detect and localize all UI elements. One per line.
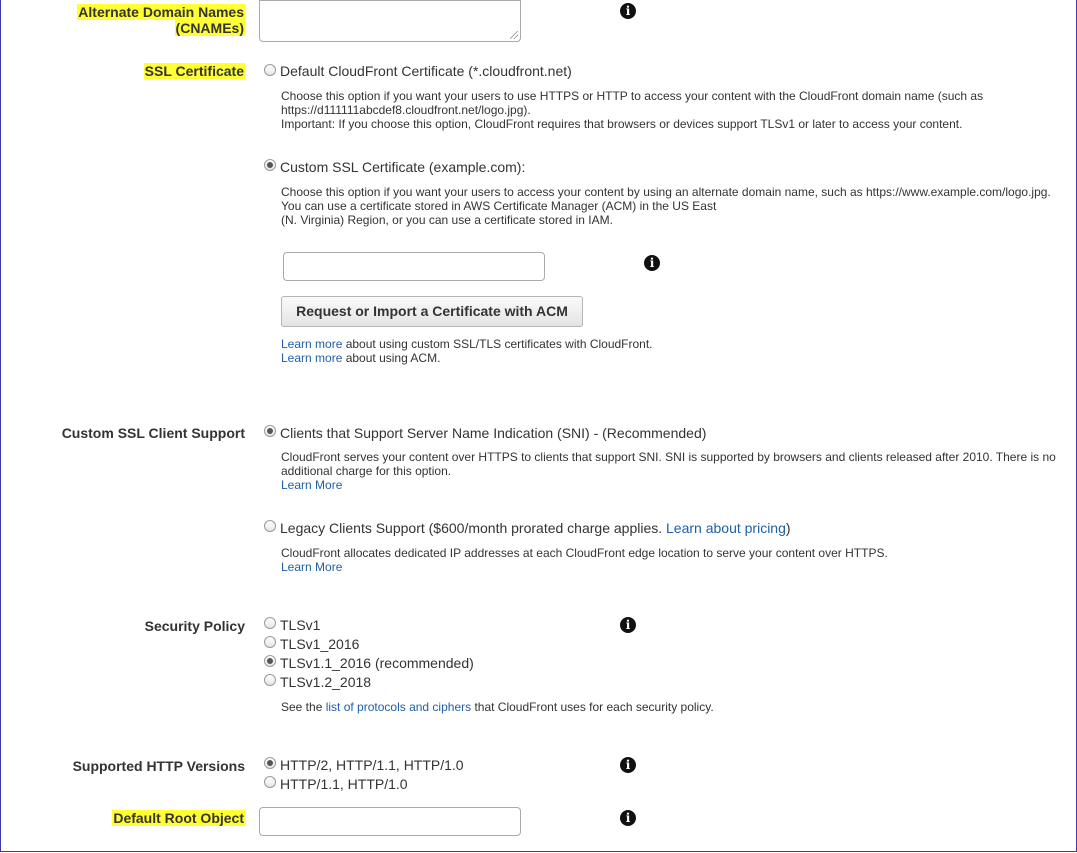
legacy-radio[interactable] xyxy=(264,520,276,532)
tlsv1-1-2016-option[interactable]: TLSv1.1_2016 (recommended) xyxy=(280,655,474,671)
legacy-learn-more-link[interactable]: Learn More xyxy=(281,560,342,574)
cnames-info-icon[interactable]: i xyxy=(620,3,636,19)
security-policy-label: Security Policy xyxy=(144,618,245,634)
protocols-note: See the list of protocols and ciphers th… xyxy=(281,700,714,714)
tlsv1-2016-radio[interactable] xyxy=(264,636,276,648)
tlsv1-radio[interactable] xyxy=(264,617,276,629)
learn-more-ssl-link[interactable]: Learn more xyxy=(281,337,342,351)
pricing-link[interactable]: Learn about pricing xyxy=(666,520,786,536)
legacy-option-end: ) xyxy=(785,520,791,536)
acm-learn-more-block: Learn more about using custom SSL/TLS ce… xyxy=(281,337,653,365)
custom-certificate-option[interactable]: Custom SSL Certificate (example.com): xyxy=(280,159,525,175)
default-certificate-option[interactable]: Default CloudFront Certificate (*.cloudf… xyxy=(280,63,572,79)
http-versions-info-icon[interactable]: i xyxy=(620,757,636,773)
tlsv1-2-2018-radio[interactable] xyxy=(264,674,276,686)
default-desc-line2: https://d111111abcdef8.cloudfront.net/lo… xyxy=(281,103,531,117)
custom-desc-line3: (N. Virginia) Region, or you can use a c… xyxy=(281,213,613,227)
default-certificate-desc: Choose this option if you want your user… xyxy=(281,89,983,131)
custom-certificate-radio[interactable] xyxy=(264,159,276,171)
sni-learn-more-link[interactable]: Learn More xyxy=(281,478,342,492)
security-policy-info-icon[interactable]: i xyxy=(620,617,636,633)
client-support-label: Custom SSL Client Support xyxy=(61,425,245,441)
default-root-input[interactable] xyxy=(259,807,521,836)
http-versions-label: Supported HTTP Versions xyxy=(72,758,245,774)
custom-desc-line1: Choose this option if you want your user… xyxy=(281,185,1051,199)
learn-more-acm-link[interactable]: Learn more xyxy=(281,351,342,365)
default-certificate-radio[interactable] xyxy=(264,64,276,76)
certificate-input[interactable] xyxy=(283,252,545,281)
legacy-option[interactable]: Legacy Clients Support ($600/month prora… xyxy=(280,520,791,536)
learn-more-ssl-text: about using custom SSL/TLS certificates … xyxy=(342,337,653,351)
custom-certificate-desc: Choose this option if you want your user… xyxy=(281,185,1051,227)
sni-desc-line2: additional charge for this option. xyxy=(281,464,452,478)
cnames-label: Alternate Domain Names (CNAMEs) xyxy=(77,4,245,36)
legacy-desc: CloudFront allocates dedicated IP addres… xyxy=(281,546,888,574)
http11-option[interactable]: HTTP/1.1, HTTP/1.0 xyxy=(280,776,408,792)
sni-radio[interactable] xyxy=(264,425,276,437)
sni-desc-line1: CloudFront serves your content over HTTP… xyxy=(281,450,1056,464)
custom-desc-line2: You can use a certificate stored in AWS … xyxy=(281,199,717,213)
tlsv1-1-2016-radio[interactable] xyxy=(264,655,276,667)
http2-radio[interactable] xyxy=(264,757,276,769)
request-certificate-button[interactable]: Request or Import a Certificate with ACM xyxy=(281,296,583,327)
http11-radio[interactable] xyxy=(264,776,276,788)
default-root-info-icon[interactable]: i xyxy=(620,810,636,826)
tlsv1-2-2018-option[interactable]: TLSv1.2_2018 xyxy=(280,674,371,690)
tlsv1-2016-option[interactable]: TLSv1_2016 xyxy=(280,636,359,652)
default-root-label: Default Root Object xyxy=(112,810,245,826)
sni-desc: CloudFront serves your content over HTTP… xyxy=(281,450,1056,492)
ssl-certificate-label-text: SSL Certificate xyxy=(143,63,245,79)
sni-option[interactable]: Clients that Support Server Name Indicat… xyxy=(280,425,706,441)
tlsv1-option[interactable]: TLSv1 xyxy=(280,617,320,633)
default-desc-line3: Important: If you choose this option, Cl… xyxy=(281,117,963,131)
default-desc-line1: Choose this option if you want your user… xyxy=(281,89,984,103)
http2-option[interactable]: HTTP/2, HTTP/1.1, HTTP/1.0 xyxy=(280,757,464,773)
default-root-label-text: Default Root Object xyxy=(112,810,245,826)
protocols-link[interactable]: list of protocols and ciphers xyxy=(326,700,471,714)
ssl-certificate-label: SSL Certificate xyxy=(143,63,245,79)
legacy-option-text: Legacy Clients Support ($600/month prora… xyxy=(280,520,667,536)
legacy-desc-text: CloudFront allocates dedicated IP addres… xyxy=(281,546,888,560)
cnames-label-line1: Alternate Domain Names xyxy=(77,4,245,20)
certificate-info-icon[interactable]: i xyxy=(644,255,660,271)
resize-grip-icon[interactable] xyxy=(510,31,518,39)
cnames-label-line2: (CNAMEs) xyxy=(174,20,245,36)
cnames-textarea[interactable] xyxy=(259,0,521,42)
protocols-note-prefix: See the xyxy=(281,700,326,714)
learn-more-acm-text: about using ACM. xyxy=(342,351,441,365)
protocols-note-suffix: that CloudFront uses for each security p… xyxy=(471,700,714,714)
